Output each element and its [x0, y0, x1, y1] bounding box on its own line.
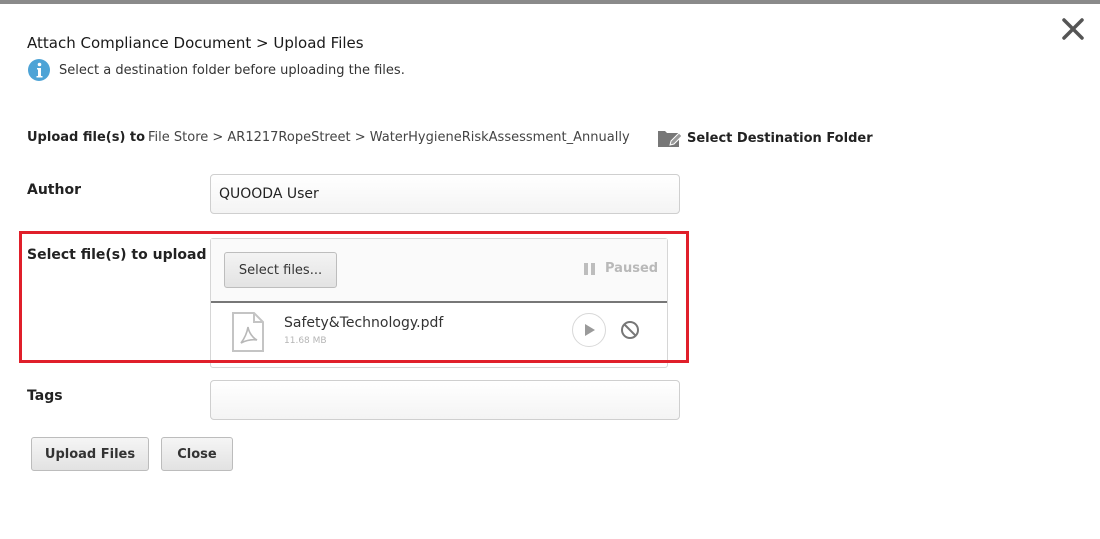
author-label: Author	[27, 182, 81, 198]
dialog-top-border	[0, 0, 1100, 4]
tags-label: Tags	[27, 388, 63, 404]
select-destination-folder-label: Select Destination Folder	[687, 130, 873, 146]
close-button[interactable]: Close	[161, 437, 233, 471]
info-icon	[28, 59, 50, 81]
close-icon[interactable]	[1058, 14, 1088, 44]
destination-label: Upload file(s) to	[27, 130, 146, 145]
info-text: Select a destination folder before uploa…	[59, 62, 405, 78]
upload-files-button[interactable]: Upload Files	[31, 437, 149, 471]
info-message: Select a destination folder before uploa…	[27, 58, 405, 82]
tags-field[interactable]	[210, 380, 680, 420]
highlight-box	[19, 231, 689, 363]
dialog-title: Attach Compliance Document > Upload File…	[27, 34, 364, 52]
select-destination-folder-button[interactable]: Select Destination Folder	[657, 127, 873, 149]
author-field[interactable]	[210, 174, 680, 214]
folder-edit-icon	[658, 131, 681, 147]
destination-path: File Store > AR1217RopeStreet > WaterHyg…	[148, 130, 630, 145]
